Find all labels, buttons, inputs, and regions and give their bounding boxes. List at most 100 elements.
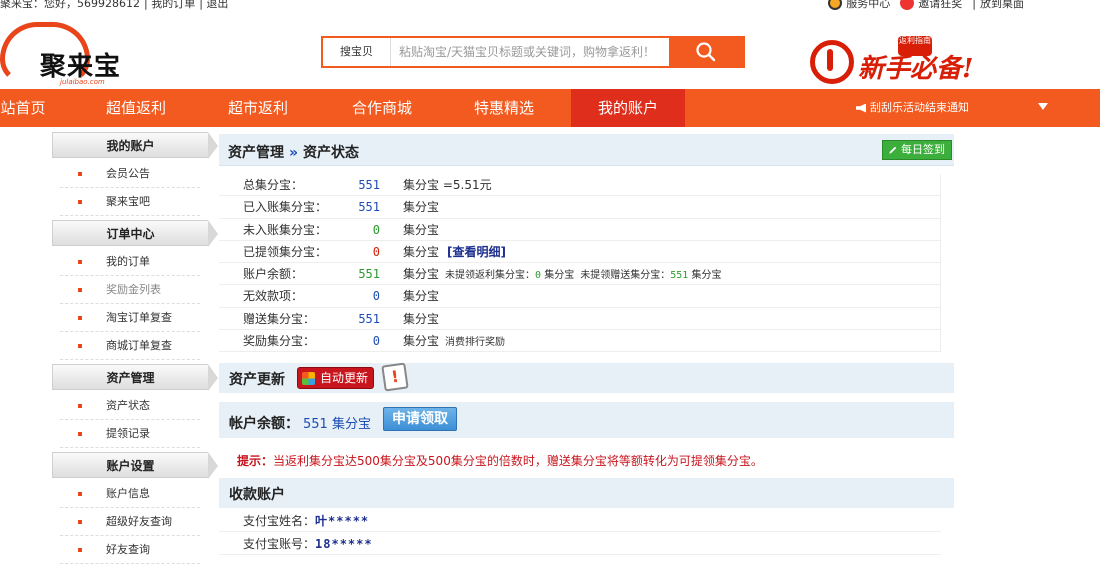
table-row: 奖励集分宝： 0 集分宝 消费排行奖励 bbox=[219, 330, 941, 354]
search-input[interactable] bbox=[391, 38, 669, 66]
desktop-link[interactable]: | 放到桌面 bbox=[972, 0, 1024, 11]
sidebar-item-forum[interactable]: 聚来宝吧 bbox=[60, 188, 200, 216]
sidebar-item-taobao-recheck[interactable]: 淘宝订单复查 bbox=[60, 304, 200, 332]
asset-unit-text: 集分宝 bbox=[403, 334, 440, 349]
main-content: 资产管理 » 资产状态 每日签到 总集分宝： 551 集分宝 =5.51元 已入账集… bbox=[219, 134, 954, 555]
refresh-icon bbox=[302, 372, 315, 385]
balance-label: 帐户余额： bbox=[229, 416, 299, 432]
nav-notice[interactable]: 刮刮乐活动结束通知 bbox=[856, 89, 969, 127]
sidebar-group-orders: 订单中心 bbox=[52, 220, 218, 247]
my-orders-link[interactable]: 我的订单 bbox=[151, 0, 195, 10]
alipay-account-label: 支付宝账号： bbox=[243, 537, 316, 551]
asset-unit: 集分宝 消费排行奖励 bbox=[403, 330, 505, 354]
search-bar: 搜宝贝 bbox=[321, 36, 745, 68]
invite-link[interactable]: 邀请狂奖 bbox=[900, 0, 962, 11]
auto-update-button[interactable]: 自动更新 bbox=[297, 367, 375, 389]
asset-value: 0 bbox=[372, 289, 380, 304]
promo-logo-icon bbox=[810, 40, 854, 84]
table-row: 赠送集分宝： 551 集分宝 bbox=[219, 307, 941, 331]
sidebar-item-friends[interactable]: 好友查询 bbox=[60, 536, 200, 564]
extra-value: 551 bbox=[670, 270, 689, 282]
asset-unit: 集分宝 bbox=[403, 289, 440, 304]
sidebar-item-withdraw-records[interactable]: 提领记录 bbox=[60, 420, 200, 448]
sidebar-item-super-friends[interactable]: 超级好友查询 bbox=[60, 508, 200, 536]
tip-message: 提示：当返利集分宝达500集分宝及500集分宝的倍数时，赠送集分宝将等额转化为可… bbox=[237, 452, 763, 469]
asset-unit: 集分宝 bbox=[403, 311, 440, 326]
nav-special-deals[interactable]: 特惠精选 bbox=[458, 89, 550, 127]
sidebar-item-account-info[interactable]: 账户信息 bbox=[60, 480, 200, 508]
nav-supermarket-rebate[interactable]: 超市返利 bbox=[212, 89, 304, 127]
site-logo[interactable]: 聚来宝 julaibao.com bbox=[0, 22, 140, 88]
breadcrumb-parent[interactable]: 资产管理 bbox=[228, 145, 284, 161]
nav-partner-mall[interactable]: 合作商城 bbox=[336, 89, 428, 127]
top-bar: 聚来宝：您好，569928612 | 我的订单 | 退出 服务中心 邀请狂奖 | 放到… bbox=[0, 0, 1100, 12]
service-center-label: 服务中心 bbox=[846, 0, 891, 10]
asset-update-title: 资产更新 bbox=[229, 372, 285, 388]
page-header: 资产管理 » 资产状态 每日签到 bbox=[219, 134, 954, 166]
asset-value: 0 bbox=[372, 334, 380, 349]
alipay-account-row: 支付宝账号：18***** bbox=[219, 533, 941, 555]
service-center-link[interactable]: 服务中心 bbox=[828, 0, 890, 11]
sidebar-item-announcements[interactable]: 会员公告 bbox=[60, 160, 200, 188]
asset-table: 总集分宝： 551 集分宝 =5.51元 已入账集分宝： 551 集分宝 未入账… bbox=[219, 174, 941, 354]
speaker-icon bbox=[856, 103, 866, 113]
asset-unit: 集分宝 =5.51元 bbox=[403, 178, 492, 192]
newbie-promo[interactable]: 返利指南 新手必备! bbox=[810, 36, 1010, 86]
nav-my-account[interactable]: 我的账户 bbox=[571, 89, 685, 127]
extra-value: 0 bbox=[535, 270, 542, 282]
table-row: 无效款项： 0 集分宝 bbox=[219, 285, 941, 308]
alipay-name-label: 支付宝姓名： bbox=[243, 514, 316, 528]
sidebar-item-asset-status[interactable]: 资产状态 bbox=[60, 392, 200, 420]
chevron-down-icon[interactable] bbox=[1038, 103, 1048, 110]
asset-unit-text: 集分宝 bbox=[403, 244, 440, 259]
sidebar-item-rewards[interactable]: 奖励金列表 bbox=[60, 276, 200, 304]
asset-label: 已提领集分宝： bbox=[243, 244, 328, 259]
search-button[interactable] bbox=[669, 38, 743, 66]
promo-text: 新手必备! bbox=[858, 54, 974, 84]
sidebar-item-mall-recheck[interactable]: 商城订单复查 bbox=[60, 332, 200, 360]
nav-super-rebate[interactable]: 超值返利 bbox=[90, 89, 182, 127]
tip-text: 当返利集分宝达500集分宝及500集分宝的倍数时，赠送集分宝将等额转化为可提领集… bbox=[273, 454, 763, 468]
breadcrumb-current: 资产状态 bbox=[303, 145, 360, 161]
desktop-label: 放到桌面 bbox=[980, 0, 1024, 10]
asset-unit: 集分宝 bbox=[403, 200, 440, 215]
auto-update-label: 自动更新 bbox=[320, 371, 369, 385]
breadcrumb: 资产管理 » 资产状态 bbox=[228, 142, 359, 162]
table-row: 总集分宝： 551 集分宝 =5.51元 bbox=[219, 174, 941, 197]
tip-label: 提示： bbox=[237, 454, 274, 468]
table-row: 已提领集分宝： 0 集分宝 [查看明细] bbox=[219, 240, 941, 264]
search-category[interactable]: 搜宝贝 bbox=[323, 38, 391, 66]
asset-unit: 集分宝 bbox=[403, 222, 440, 237]
daily-checkin-button[interactable]: 每日签到 bbox=[882, 140, 952, 160]
balance-value: 551 集分宝 bbox=[303, 417, 371, 432]
table-row: 未入账集分宝： 0 集分宝 bbox=[219, 218, 941, 241]
view-details-link[interactable]: [查看明细] bbox=[447, 245, 506, 259]
extra-label: 未提领返利集分宝： bbox=[445, 270, 536, 282]
breadcrumb-separator: » bbox=[289, 145, 299, 161]
warning-icon[interactable]: ! bbox=[381, 362, 409, 392]
asset-value: 0 bbox=[372, 244, 380, 259]
table-row: 账户余额： 551 集分宝 未提领返利集分宝：0 集分宝 未提领赠送集分宝：551 … bbox=[219, 263, 941, 287]
asset-value: 551 bbox=[358, 311, 380, 326]
asset-value: 551 bbox=[358, 200, 380, 215]
nav-home[interactable]: 站首页 bbox=[0, 89, 50, 127]
receiving-account-bar: 收款账户 bbox=[219, 478, 954, 508]
alipay-name-field: 支付宝姓名：叶***** bbox=[243, 510, 369, 532]
qq-icon bbox=[828, 0, 843, 10]
apply-withdraw-button[interactable]: 申请领取 bbox=[383, 407, 457, 431]
extra-unit: 集分宝 bbox=[544, 270, 575, 282]
sidebar-group-settings: 账户设置 bbox=[52, 452, 218, 479]
asset-label: 总集分宝： bbox=[243, 178, 304, 192]
unwithdrawn-gift: 未提领赠送集分宝：551 集分宝 bbox=[580, 270, 721, 281]
asset-update-bar: 资产更新 自动更新 ! bbox=[219, 362, 954, 393]
asset-value: 551 bbox=[358, 267, 380, 282]
logout-link[interactable]: 退出 bbox=[206, 0, 228, 10]
sidebar-item-my-orders[interactable]: 我的订单 bbox=[60, 248, 200, 276]
asset-unit: 集分宝 未提领返利集分宝：0 集分宝 未提领赠送集分宝：551 集分宝 bbox=[403, 263, 721, 287]
sidebar: 我的账户 会员公告 聚来宝吧 订单中心 我的订单 奖励金列表 淘宝订单复查 商城… bbox=[52, 132, 218, 564]
alipay-name-value: 叶***** bbox=[315, 514, 370, 528]
asset-label: 赠送集分宝： bbox=[243, 311, 316, 326]
gift-icon bbox=[900, 0, 915, 10]
extra-unit: 集分宝 bbox=[691, 270, 722, 282]
logo-domain: julaibao.com bbox=[60, 78, 105, 86]
